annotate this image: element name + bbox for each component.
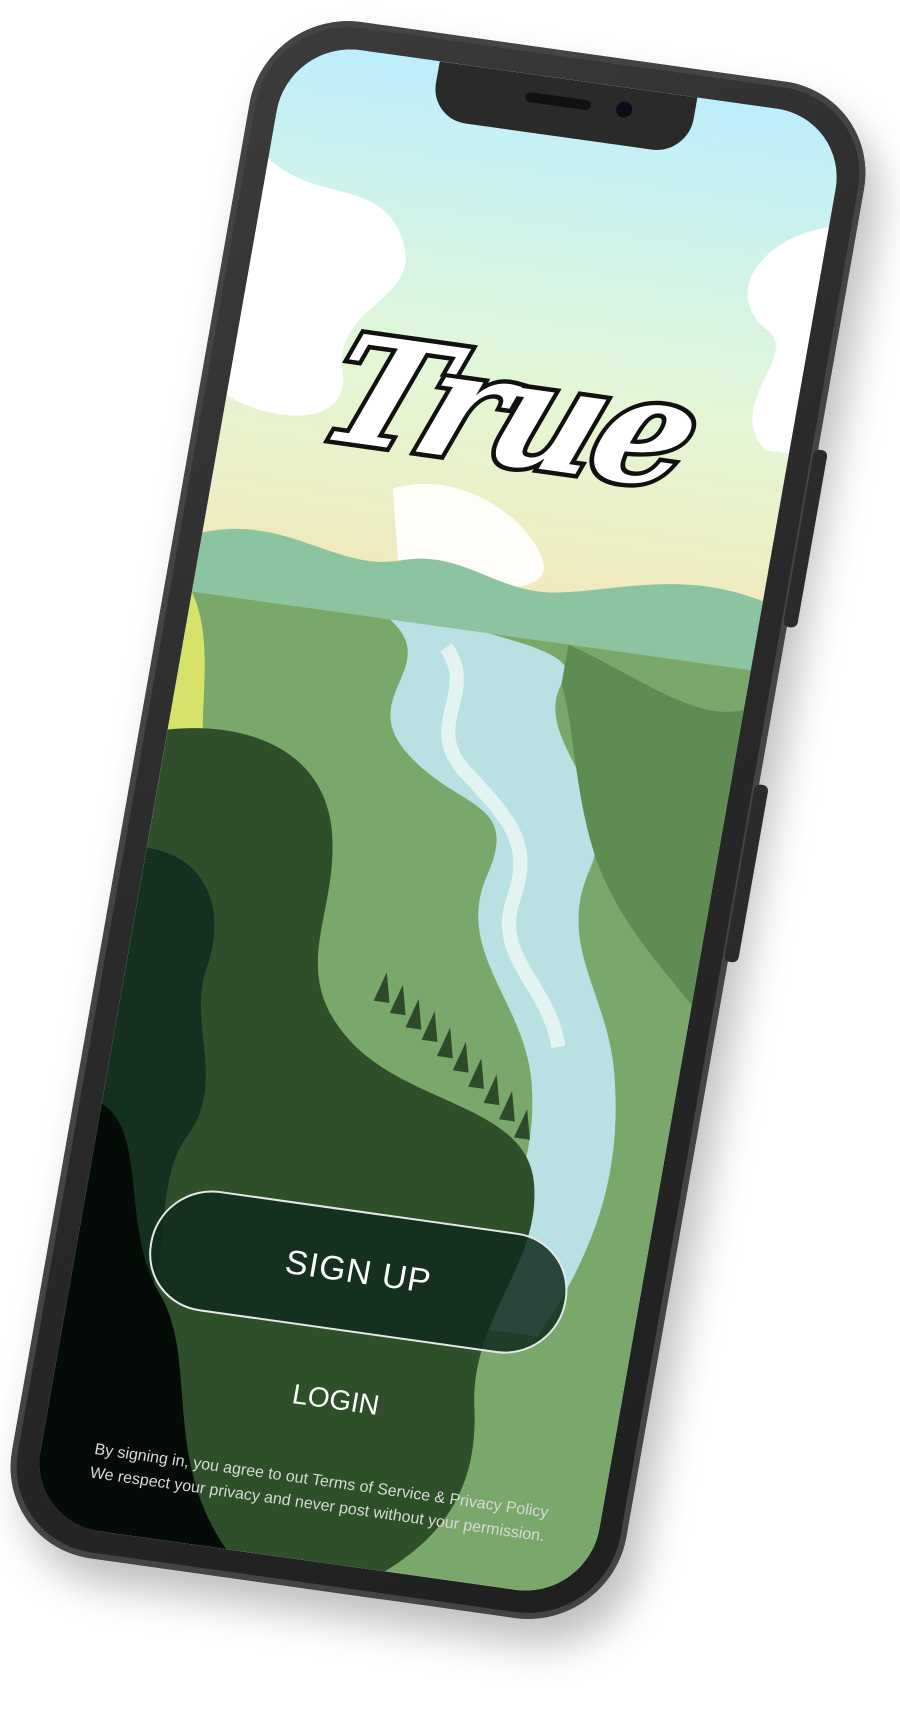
camera-icon	[614, 100, 634, 119]
speaker-grille	[524, 91, 592, 111]
phone-mockup: True SIGN UP LOGIN By signing in, you ag…	[0, 8, 881, 1632]
